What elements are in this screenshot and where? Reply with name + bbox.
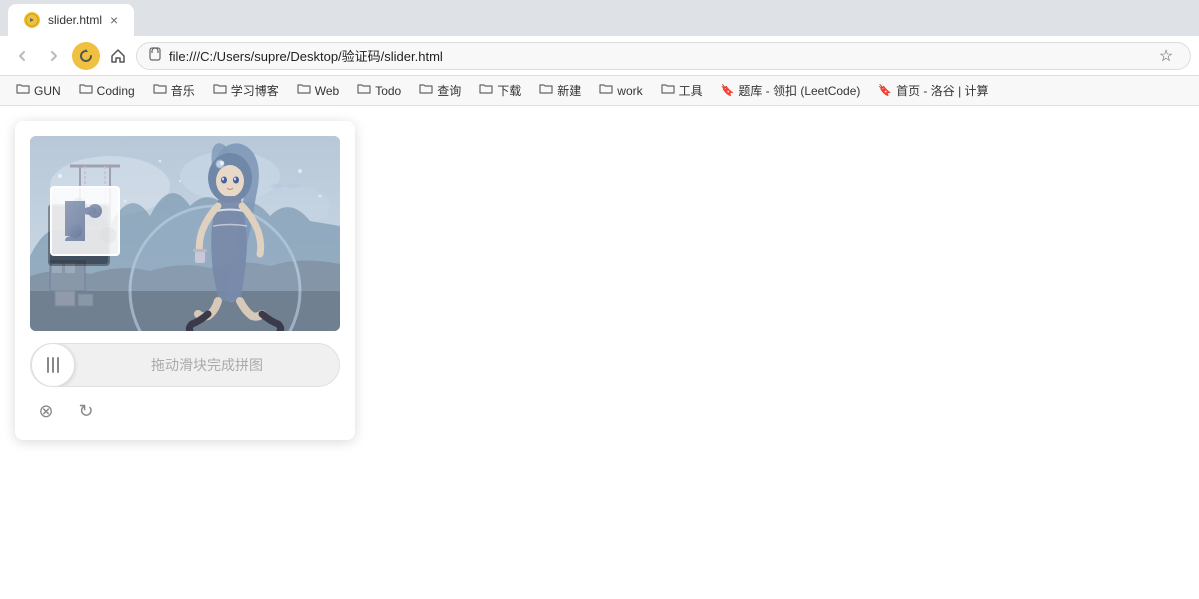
bookmark-query[interactable]: 查询: [411, 80, 469, 101]
address-bar[interactable]: file:///C:/Users/supre/Desktop/验证码/slide…: [136, 42, 1191, 70]
bookmark-new-label: 新建: [557, 82, 581, 99]
slider-handle-grip: [47, 357, 59, 373]
tab-close-button[interactable]: ×: [110, 12, 118, 28]
bookmark-gun[interactable]: GUN: [8, 81, 69, 100]
bookmark-blog[interactable]: 学习博客: [205, 80, 287, 101]
captcha-bottom-controls: ⊗ ↻: [30, 397, 340, 425]
slider-container: 拖动滑块完成拼图: [30, 343, 340, 387]
bookmark-tools[interactable]: 工具: [653, 80, 711, 101]
bookmark-luogu[interactable]: 🔖 首页 - 洛谷 | 计算: [870, 80, 996, 101]
bookmark-web-label: Web: [315, 84, 339, 98]
bookmark-folder-icon-10: [599, 83, 613, 98]
bookmark-work[interactable]: work: [591, 81, 650, 100]
bookmark-luogu-label: 首页 - 洛谷 | 计算: [896, 82, 988, 99]
bookmark-download-label: 下载: [497, 82, 521, 99]
captcha-refresh-button[interactable]: ↻: [72, 397, 100, 425]
bookmark-folder-icon-5: [297, 83, 311, 98]
bookmark-folder-icon-11: [661, 83, 675, 98]
bookmark-music-label: 音乐: [171, 82, 195, 99]
bookmark-folder-icon-4: [213, 83, 227, 98]
page-content: 拖动滑块完成拼图 ⊗ ↻: [0, 106, 1199, 599]
bookmarks-bar: GUN Coding 音乐 学习博客: [0, 76, 1199, 106]
address-text: file:///C:/Users/supre/Desktop/验证码/slide…: [169, 46, 1146, 65]
bookmark-web[interactable]: Web: [289, 81, 347, 100]
slider-track[interactable]: 拖动滑块完成拼图: [30, 343, 340, 387]
bookmark-leetcode-label: 题库 - 领扣 (LeetCode): [738, 82, 860, 99]
browser-window: slider.html ×: [0, 0, 1199, 599]
bookmark-new[interactable]: 新建: [531, 80, 589, 101]
active-tab[interactable]: slider.html ×: [8, 4, 134, 36]
bookmark-coding[interactable]: Coding: [71, 81, 143, 100]
slider-hint-text: 拖动滑块完成拼图: [75, 355, 339, 375]
tab-bar: slider.html ×: [0, 0, 1199, 36]
slider-grip-line-1: [47, 357, 49, 373]
bookmark-leetcode[interactable]: 🔖 题库 - 领扣 (LeetCode): [713, 80, 869, 101]
bookmark-download[interactable]: 下载: [471, 80, 529, 101]
bookmark-folder-icon-2: [79, 83, 93, 98]
captcha-close-button[interactable]: ⊗: [32, 397, 60, 425]
bookmark-folder-icon: [16, 83, 30, 98]
bookmark-work-label: work: [617, 84, 642, 98]
back-button[interactable]: [8, 42, 36, 70]
bookmark-special-icon-2: 🔖: [878, 84, 892, 97]
bookmark-folder-icon-7: [419, 83, 433, 98]
tab-title: slider.html: [48, 13, 102, 27]
bookmark-query-label: 查询: [437, 82, 461, 99]
bookmark-music[interactable]: 音乐: [145, 80, 203, 101]
bookmark-special-icon: 🔖: [721, 84, 735, 97]
slider-handle[interactable]: [31, 343, 75, 387]
home-button[interactable]: [104, 42, 132, 70]
bookmark-tools-label: 工具: [679, 82, 703, 99]
slider-grip-line-2: [52, 357, 54, 373]
puzzle-piece-overlay: [50, 186, 120, 256]
reload-button[interactable]: [72, 42, 100, 70]
bookmark-folder-icon-3: [153, 83, 167, 98]
bookmark-blog-label: 学习博客: [231, 82, 279, 99]
captcha-image-container: [30, 136, 340, 331]
bookmark-coding-label: Coding: [97, 84, 135, 98]
forward-button[interactable]: [40, 42, 68, 70]
bookmark-folder-icon-6: [357, 83, 371, 98]
captcha-widget: 拖动滑块完成拼图 ⊗ ↻: [15, 121, 355, 440]
bookmark-folder-icon-8: [479, 83, 493, 98]
page-security-icon: [149, 47, 161, 64]
slider-grip-line-3: [57, 357, 59, 373]
tab-favicon: [24, 12, 40, 28]
bookmark-gun-label: GUN: [34, 84, 61, 98]
bookmark-folder-icon-9: [539, 83, 553, 98]
nav-bar: file:///C:/Users/supre/Desktop/验证码/slide…: [0, 36, 1199, 76]
bookmark-todo[interactable]: Todo: [349, 81, 409, 100]
bookmark-star-button[interactable]: ☆: [1154, 44, 1178, 68]
bookmark-todo-label: Todo: [375, 84, 401, 98]
